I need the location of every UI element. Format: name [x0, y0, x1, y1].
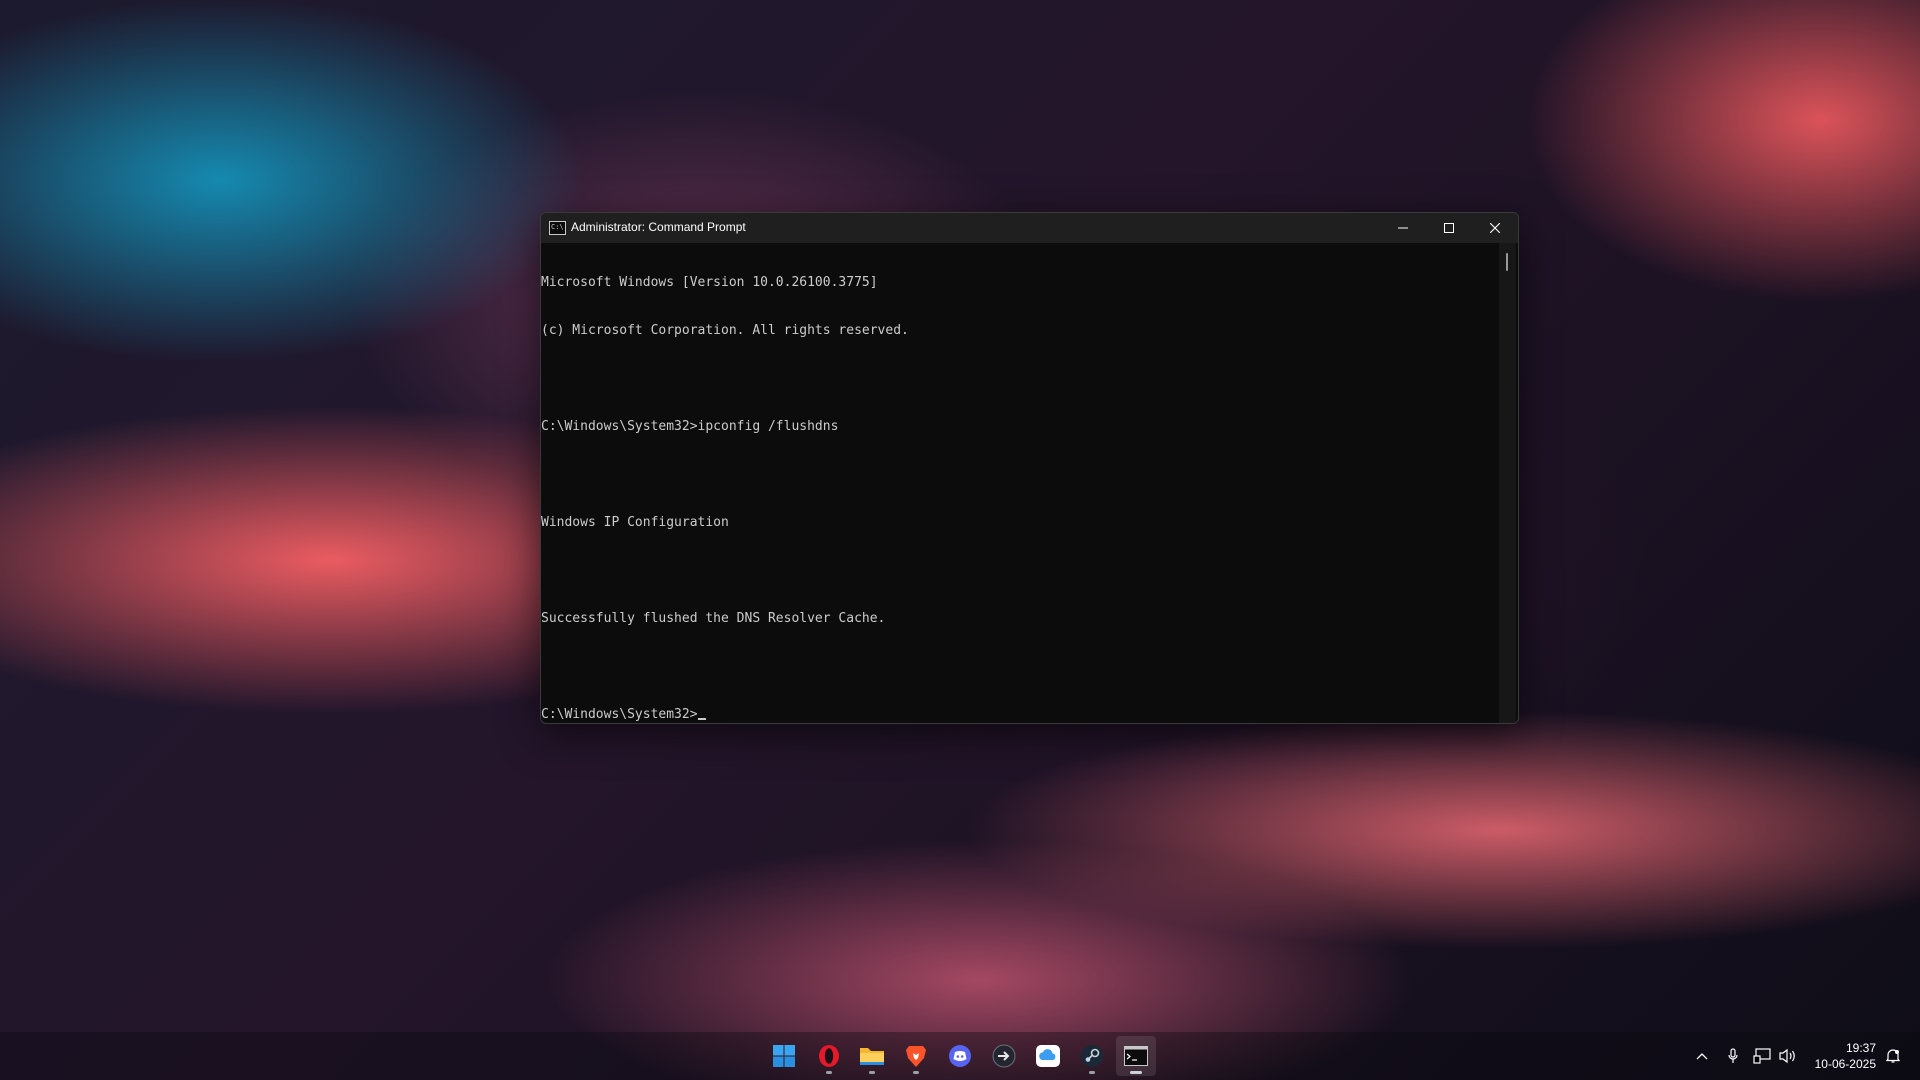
notification-icon [1885, 1049, 1901, 1063]
maximize-icon [1444, 223, 1454, 233]
network-button[interactable] [1752, 1046, 1772, 1066]
file-explorer-icon [860, 1048, 884, 1065]
steam-icon [1081, 1045, 1103, 1067]
running-indicator [869, 1071, 875, 1074]
cloud-icon [1036, 1045, 1060, 1067]
command-prompt-window[interactable]: C:\ Administrator: Command Prompt Micros… [540, 212, 1519, 724]
console-line: Successfully flushed the DNS Resolver Ca… [541, 611, 886, 626]
command-prompt-line[interactable]: C:\Windows\System32> [541, 707, 1499, 723]
active-indicator [1130, 1071, 1142, 1074]
minimize-button[interactable] [1380, 213, 1426, 243]
console-line: Microsoft Windows [Version 10.0.26100.37… [541, 275, 878, 290]
microphone-icon [1728, 1048, 1738, 1063]
network-icon [1753, 1048, 1771, 1064]
running-indicator [1089, 1071, 1095, 1074]
microphone-button[interactable] [1723, 1046, 1743, 1066]
console-line: C:\Windows\System32>ipconfig /flushdns [541, 419, 839, 434]
notifications-button[interactable] [1883, 1046, 1903, 1066]
close-button[interactable] [1472, 213, 1518, 243]
console-line: Windows IP Configuration [541, 515, 729, 530]
taskbar-app-opera[interactable] [809, 1036, 849, 1076]
taskbar-app-brave[interactable] [896, 1036, 936, 1076]
taskbar: 19:37 10-06-2025 [0, 1032, 1920, 1080]
app-arrow-icon [992, 1044, 1016, 1068]
title-bar[interactable]: C:\ Administrator: Command Prompt [541, 213, 1518, 243]
minimize-icon [1398, 227, 1408, 229]
opera-browser-icon [819, 1045, 839, 1067]
window-title: Administrator: Command Prompt [571, 220, 746, 234]
clock-date: 10-06-2025 [1814, 1057, 1876, 1071]
show-hidden-icons-button[interactable] [1692, 1046, 1712, 1066]
text-cursor [697, 718, 706, 720]
brave-browser-icon [906, 1046, 926, 1067]
vertical-scrollbar[interactable] [1499, 243, 1516, 723]
console-line: (c) Microsoft Corporation. All rights re… [541, 323, 909, 338]
command-prompt-icon [1124, 1046, 1148, 1066]
windows-start-icon [773, 1045, 795, 1067]
running-indicator [913, 1071, 919, 1074]
taskbar-app-file-explorer[interactable] [852, 1036, 892, 1076]
start-button[interactable] [764, 1036, 804, 1076]
desktop-wallpaper: C:\ Administrator: Command Prompt Micros… [0, 0, 1920, 1080]
clock-time: 19:37 [1845, 1041, 1876, 1055]
taskbar-app-cloud[interactable] [1028, 1036, 1068, 1076]
command-prompt-icon: C:\ [549, 221, 566, 235]
taskbar-app-discord[interactable] [940, 1036, 980, 1076]
discord-icon [949, 1045, 971, 1067]
taskbar-app-command-prompt[interactable] [1116, 1036, 1156, 1076]
taskbar-app-steam[interactable] [1072, 1036, 1112, 1076]
scrollbar-thumb[interactable] [1506, 253, 1508, 271]
running-indicator [826, 1071, 832, 1074]
console-output[interactable]: Microsoft Windows [Version 10.0.26100.37… [541, 243, 1499, 723]
prompt-text: C:\Windows\System32> [541, 707, 698, 722]
maximize-button[interactable] [1426, 213, 1472, 243]
taskbar-app-arrow[interactable] [984, 1036, 1024, 1076]
chevron-up-icon [1696, 1053, 1708, 1060]
close-icon [1490, 223, 1500, 233]
system-clock[interactable]: 19:37 10-06-2025 [1790, 1040, 1876, 1072]
